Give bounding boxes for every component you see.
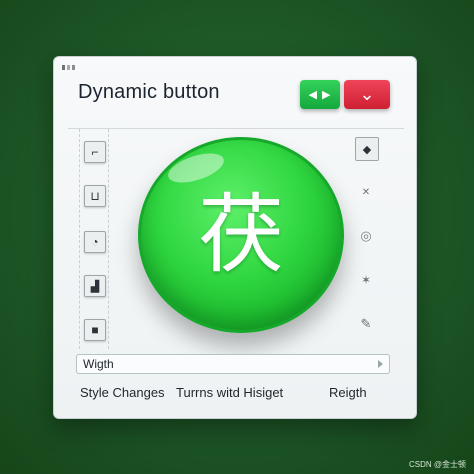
corner-mark-icon[interactable]: ▟ [84, 275, 106, 297]
app-window: Dynamic button ◀ ▶ ⌄ ⌐ ⊔ ◔ ▟ ■ ◆ ✕ ◎ ✶ ✎… [53, 56, 417, 419]
square-icon[interactable]: ■ [84, 319, 106, 341]
swirl-icon[interactable]: ◎ [355, 225, 377, 247]
corner-frame-icon[interactable]: ⌐ [84, 141, 106, 163]
width-input[interactable]: Wigth [76, 354, 390, 374]
left-toolbar: ⌐ ⊔ ◔ ▟ ■ [79, 129, 109, 349]
button-glyph: 茯 [198, 185, 284, 285]
rounded-corner-icon[interactable]: ◔ [84, 231, 106, 253]
pencil-icon[interactable]: ✎ [355, 313, 377, 335]
right-toolbar: ◆ ✕ ◎ ✶ ✎ [353, 129, 379, 349]
cross-icon[interactable]: ✕ [355, 181, 377, 203]
background: Dynamic button ◀ ▶ ⌄ ⌐ ⊔ ◔ ▟ ■ ◆ ✕ ◎ ✶ ✎… [0, 0, 474, 474]
button-highlight [164, 147, 228, 189]
toggle-red-button[interactable]: ⌄ [344, 80, 390, 109]
cursor-spark-icon[interactable]: ✶ [355, 269, 377, 291]
bracket-icon[interactable]: ⊔ [84, 185, 106, 207]
arrows-icon: ◀ ▶ [308, 89, 332, 101]
style-changes-label: Style Changes [80, 385, 165, 400]
caret-right-icon [378, 360, 383, 368]
dynamic-main-button[interactable]: 茯 [138, 137, 344, 333]
reigth-label: Reigth [329, 385, 367, 400]
window-dots [62, 65, 75, 70]
watermark: CSDN @金士顿 [408, 460, 466, 469]
diamond-icon[interactable]: ◆ [355, 137, 379, 161]
window-title: Dynamic button [78, 81, 220, 103]
chevron-down-icon: ⌄ [359, 84, 375, 104]
toggle-green-button[interactable]: ◀ ▶ [300, 80, 340, 109]
turns-with-label: Turrns witd Hisiget [176, 385, 284, 400]
width-input-value: Wigth [83, 357, 114, 371]
